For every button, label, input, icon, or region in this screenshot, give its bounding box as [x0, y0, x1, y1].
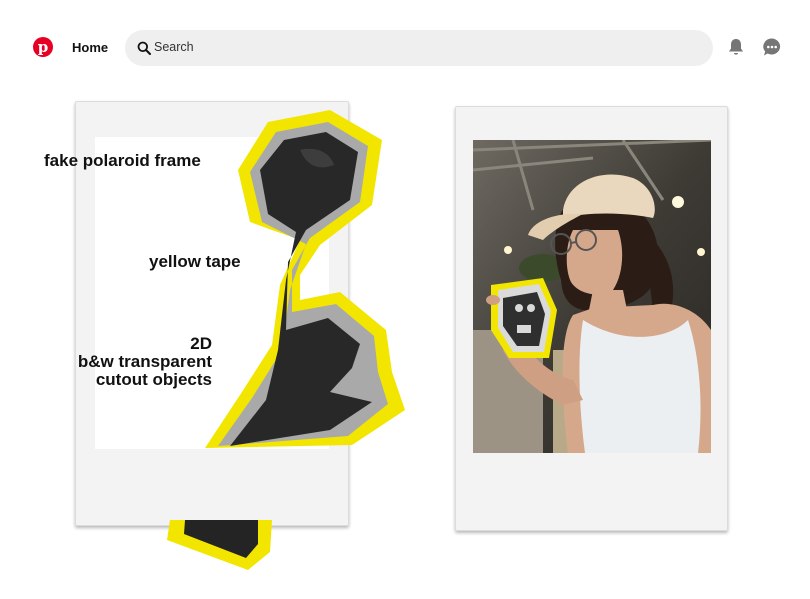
polaroid-photo-right — [473, 140, 711, 453]
label-cutout-line2: b&w transparent — [77, 352, 212, 371]
girl-with-sticker-photo — [473, 140, 711, 453]
polaroid-frame-right[interactable] — [455, 106, 728, 531]
pinterest-logo-icon[interactable]: p — [33, 37, 53, 57]
logo-letter: p — [37, 38, 49, 56]
label-fake-polaroid-frame: fake polaroid frame — [44, 151, 201, 170]
label-cutout-line1: 2D — [190, 334, 212, 353]
search-icon — [137, 41, 151, 55]
label-cutout-line3: cutout objects — [95, 370, 212, 389]
home-tab[interactable]: Home — [72, 40, 108, 55]
label-yellow-tape: yellow tape — [149, 252, 241, 271]
search-placeholder: Search — [154, 40, 194, 54]
label-cutout-objects: 2D b&w transparent cutout objects — [60, 335, 212, 389]
chat-bubble-icon[interactable] — [762, 37, 782, 57]
polaroid-photo-area-left — [95, 137, 329, 449]
bell-icon[interactable] — [726, 37, 746, 57]
search-bar[interactable]: Search — [125, 30, 713, 66]
